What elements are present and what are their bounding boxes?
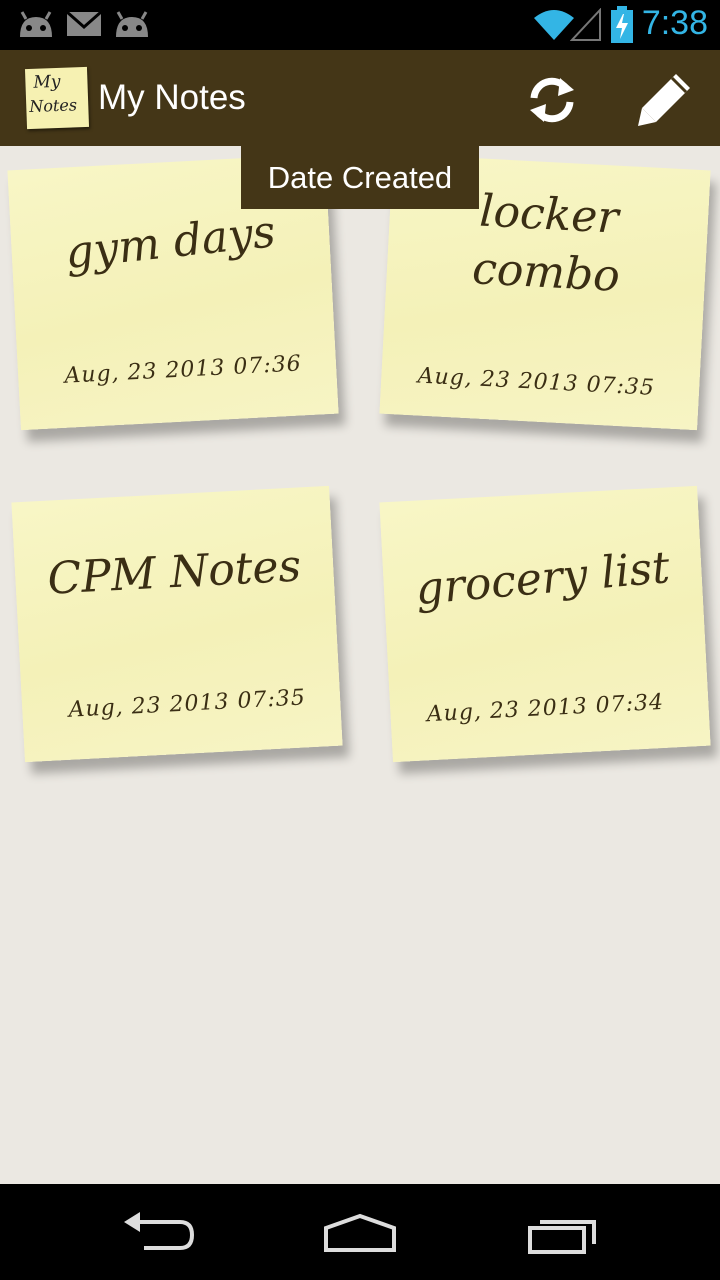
home-icon xyxy=(324,1213,396,1252)
note-date: Aug, 23 2013 07:36 xyxy=(63,351,303,389)
note-card[interactable]: CPM Notes Aug, 23 2013 07:35 xyxy=(11,485,343,763)
note-date: Aug, 23 2013 07:35 xyxy=(417,363,656,401)
refresh-icon xyxy=(530,77,574,123)
pencil-icon xyxy=(638,74,690,126)
battery-charging-icon xyxy=(611,6,633,43)
recent-apps-icon xyxy=(528,1220,596,1254)
android-notification-icon xyxy=(20,11,52,37)
app-logo: My Notes xyxy=(24,66,90,130)
note-title-line2: combo xyxy=(471,243,622,302)
logo-text-line1: My xyxy=(33,71,61,93)
recent-apps-button[interactable] xyxy=(524,1208,604,1256)
refresh-button[interactable] xyxy=(520,68,584,132)
android-notification-icon xyxy=(116,11,148,37)
note-title: grocery list xyxy=(413,542,672,616)
status-bar: 7:38 xyxy=(0,0,720,50)
home-button[interactable] xyxy=(320,1208,400,1256)
signal-icon xyxy=(570,8,601,41)
back-icon xyxy=(124,1212,195,1250)
new-note-button[interactable] xyxy=(632,68,696,132)
note-title: gym days xyxy=(62,206,278,279)
note-date: Aug, 23 2013 07:34 xyxy=(426,689,665,728)
note-date: Aug, 23 2013 07:35 xyxy=(67,685,307,723)
logo-text-line2: Notes xyxy=(28,95,78,116)
sort-mode-tooltip: Date Created xyxy=(241,146,479,209)
note-title: CPM Notes xyxy=(46,540,303,605)
status-time: 7:38 xyxy=(641,4,708,42)
action-bar: My Notes My Notes xyxy=(0,50,720,146)
navigation-bar xyxy=(0,1184,720,1280)
mail-icon xyxy=(66,10,102,36)
back-button[interactable] xyxy=(120,1208,200,1256)
app-title: My Notes xyxy=(98,78,246,117)
note-card[interactable]: grocery list Aug, 23 2013 07:34 xyxy=(379,485,711,763)
